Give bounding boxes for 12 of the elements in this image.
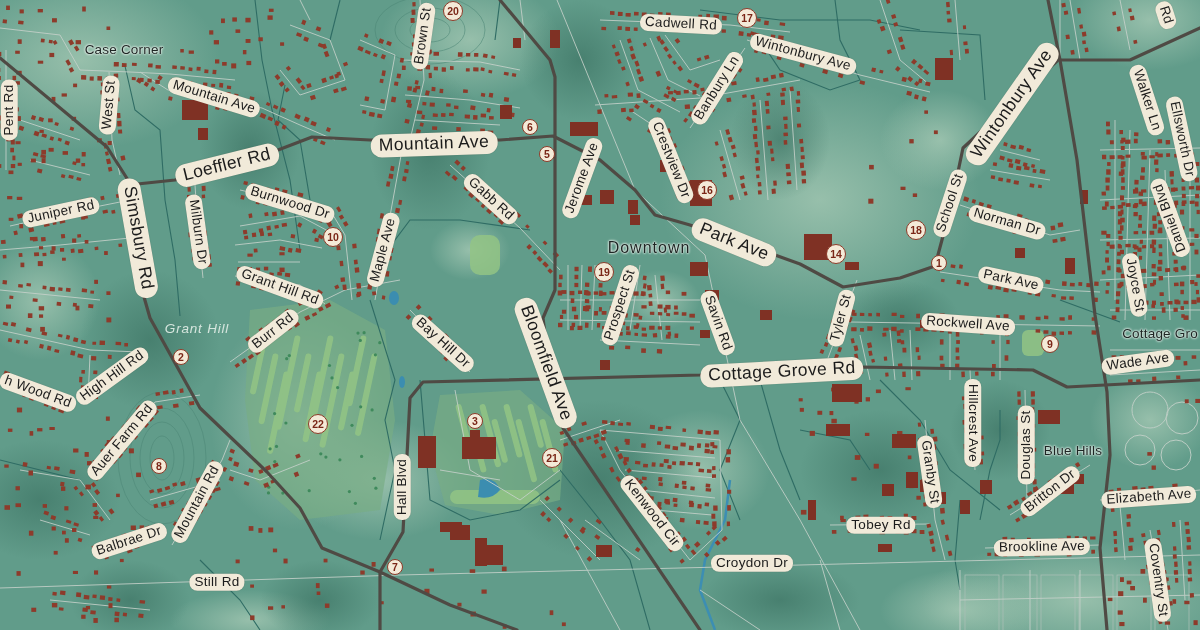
street-label: Tobey Rd <box>846 516 916 534</box>
place-label: Downtown <box>607 239 691 257</box>
place-label: Blue Hills <box>1043 443 1103 459</box>
place-label: Grant Hill <box>164 321 230 337</box>
street-label: Hall Blvd <box>393 454 411 520</box>
street-label: Pent Rd <box>0 79 18 141</box>
street-label: Hillcrest Ave <box>964 379 982 467</box>
street-label: Still Rd <box>189 573 245 591</box>
place-label: Case Corner <box>84 42 164 58</box>
street-label: Croydon Dr <box>711 554 793 572</box>
place-label: Cottage Gro <box>1122 326 1198 342</box>
street-label: Douglas St <box>1017 405 1035 485</box>
